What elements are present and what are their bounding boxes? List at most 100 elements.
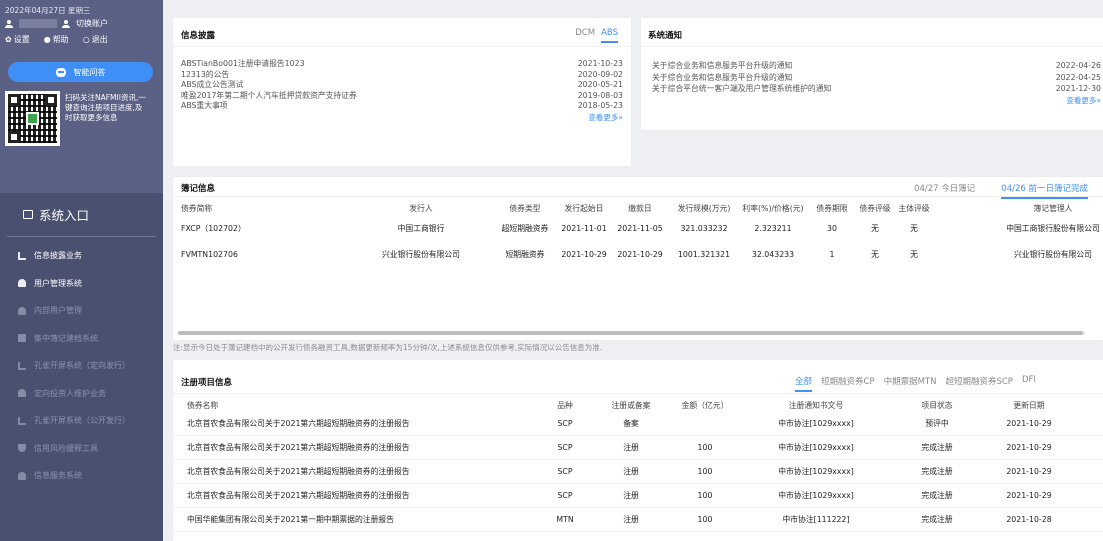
- peacock-icon: [18, 361, 26, 370]
- table-header: 债券简称 发行人 债券类型 发行起始日 缴款日 发行规模(万元) 利率(%)/价格(元) 债券…: [173, 201, 1103, 215]
- column-header: 发行规模(万元): [677, 204, 731, 213]
- tab-abs[interactable]: ABS: [601, 28, 618, 43]
- nav-item-bookbuilding[interactable]: 集中簿记建档系统: [18, 325, 163, 353]
- gear-icon: ✿: [5, 35, 12, 44]
- table-row[interactable]: 北京首农食品有限公司关于2021第六期超短期融资券的注册报告 SCP 备案 中市协注[…: [173, 412, 1103, 436]
- table-cell: SCP: [557, 491, 573, 500]
- table-cell: 100: [697, 515, 713, 524]
- list-item[interactable]: 关于综合业务和信息服务平台升级的通知 2022-04-26: [652, 60, 1101, 72]
- disclosure-more-link[interactable]: 查看更多»: [181, 112, 623, 123]
- tab-cp[interactable]: 短期融资券CP: [821, 375, 875, 387]
- ai-qa-button[interactable]: 智能问答: [8, 62, 153, 82]
- item-text: ABSTianBo001注册申请报告1023: [181, 59, 305, 68]
- table-cell: 中市协注[1029xxxx]: [778, 443, 854, 452]
- table-cell: 注册: [623, 515, 639, 524]
- table-row[interactable]: 北京首农食品有限公司关于2021第六期超短期融资券的注册报告 SCP 注册 100 中市…: [173, 460, 1103, 484]
- table-row[interactable]: FVMTN102706 兴业银行股份有限公司 短期融资券 2021-10-29 2021…: [173, 242, 1103, 268]
- table-cell: SCP: [557, 419, 573, 428]
- table-cell: 中国工商银行: [397, 224, 445, 233]
- tab-dcm[interactable]: DCM: [575, 28, 595, 38]
- table-cell: 北京首农食品有限公司关于2021第六期超短期融资券的注册报告: [187, 419, 410, 428]
- system-nav: 信息披露业务 用户管理系统 内部用户管理 集中簿记建档系统 孔雀开屏系统（定向发…: [0, 242, 163, 490]
- table-cell: 北京首农食品有限公司关于2021第六期超短期融资券的注册报告: [187, 443, 410, 452]
- item-text: 12313的公告: [181, 69, 230, 79]
- tab-today-bookkeeping[interactable]: 04/27 今日簿记: [914, 182, 975, 194]
- power-icon: ○: [82, 35, 90, 44]
- nav-item-peacock-directed[interactable]: 孔雀开屏系统（定向发行）: [18, 352, 163, 380]
- table-cell: 完成注册: [921, 515, 953, 524]
- item-date: 2019-08-03: [577, 90, 623, 100]
- tab-all[interactable]: 全部: [795, 375, 813, 392]
- table-row[interactable]: FXCP（102702） 中国工商银行 超短期融资券 2021-11-01 2021-1…: [173, 216, 1103, 242]
- list-item[interactable]: ABS重大事项 2018-05-23: [181, 101, 623, 112]
- help-link[interactable]: ● 帮助: [44, 34, 69, 45]
- chart-icon: [18, 251, 26, 260]
- nav-item-disclosure[interactable]: 信息披露业务: [18, 242, 163, 270]
- table-cell: 完成注册: [921, 491, 953, 500]
- nav-label: 信息服务系统: [34, 471, 82, 481]
- table-cell: FXCP（102702）: [181, 224, 246, 233]
- switch-account-link[interactable]: 切换账户: [76, 18, 108, 29]
- table-row[interactable]: 北京首农食品有限公司关于2021第六期超短期融资券的注册报告 SCP 注册 100 中市…: [173, 484, 1103, 508]
- table-row[interactable]: 北京首农食品有限公司关于2021第六期超短期融资券的注册报告 SCP 注册 100 中市…: [173, 436, 1103, 460]
- item-text: 关于综合业务和信息服务平台升级的通知: [652, 72, 793, 82]
- registration-card: 注册项目信息 全部 短期融资券CP 中期票据MTN 超短期融资券SCP DFI …: [173, 360, 1103, 541]
- column-header: 簿记管理人: [1033, 204, 1073, 213]
- list-item[interactable]: 关于综合平台统一客户端及用户管理系统维护的通知 2021-12-30: [652, 83, 1101, 95]
- list-item[interactable]: ABSTianBo001注册申请报告1023 2021-10-23: [181, 59, 623, 70]
- user-icon: [18, 279, 26, 288]
- system-notice-title: 系统通知: [648, 31, 683, 41]
- tab-scp[interactable]: 超短期融资券SCP: [945, 375, 1012, 387]
- settings-link[interactable]: ✿ 设置: [5, 34, 30, 45]
- table-cell: 2021-10-29: [1006, 467, 1052, 476]
- table-cell: 2021-10-29: [617, 250, 663, 259]
- table-cell: 中市协注[1029xxxx]: [778, 467, 854, 476]
- table-cell: SCP: [557, 443, 573, 452]
- tab-dfi[interactable]: DFI: [1022, 375, 1036, 387]
- nav-item-internal-users[interactable]: 内部用户管理: [18, 297, 163, 325]
- scrollbar-thumb[interactable]: [178, 331, 1083, 335]
- tab-previous-day-bookkeeping[interactable]: 04/26 前一日簿记完成: [1001, 182, 1088, 199]
- nav-item-peacock-public[interactable]: 孔雀开屏系统（公开发行）: [18, 407, 163, 435]
- tab-mtn[interactable]: 中期票据MTN: [884, 375, 937, 387]
- list-item[interactable]: ABS成立公告测试 2020-05-21: [181, 80, 623, 91]
- item-text: ABS重大事项: [181, 101, 228, 111]
- help-label: 帮助: [52, 35, 69, 44]
- table-cell: 2021-10-29: [1006, 443, 1052, 452]
- item-text: 关于综合业务和信息服务平台升级的通知: [652, 61, 793, 70]
- table-cell: 2.323211: [754, 224, 792, 233]
- users-icon: [18, 306, 26, 315]
- column-header: 品种: [557, 401, 573, 410]
- table-cell: FVMTN102706: [181, 250, 238, 259]
- registration-tabs: 全部 短期融资券CP 中期票据MTN 超短期融资券SCP DFI: [795, 375, 1036, 392]
- item-date: 2020-05-21: [577, 80, 623, 90]
- system-entry-label: 系统入口: [39, 208, 90, 223]
- item-date: 2018-05-23: [577, 101, 623, 111]
- qr-promo: 扫码关注NAFMII资讯,一键查询注册项目进度,及时获取更多信息: [5, 91, 158, 146]
- login-icon: [23, 210, 33, 219]
- username-masked: [19, 19, 57, 28]
- divider: [173, 393, 1103, 394]
- nav-item-credit-risk[interactable]: 信用风险缓释工具: [18, 435, 163, 463]
- nav-item-info-service[interactable]: 信息服务系统: [18, 462, 163, 490]
- table-cell: 2021-10-29: [561, 250, 607, 259]
- disclosure-card: 信息披露 DCM ABS ABSTianBo001注册申请报告1023 2021-…: [173, 18, 631, 166]
- nav-item-directed-investor[interactable]: 定向投资人维护业务: [18, 380, 163, 408]
- table-cell: 注册: [623, 491, 639, 500]
- list-item[interactable]: 唯盈2017年第二期个人汽车抵押贷款资产支持证券 2019-08-03: [181, 91, 623, 102]
- list-item[interactable]: 12313的公告 2020-09-02: [181, 70, 623, 81]
- column-header: 注册或备案: [611, 401, 651, 410]
- horizontal-scrollbar[interactable]: [178, 331, 1085, 335]
- column-header: 注册通知书文号: [788, 401, 844, 410]
- table-cell: 无: [910, 224, 918, 233]
- item-date: 2022-04-25: [1055, 72, 1101, 82]
- column-header: 债券期限: [816, 204, 848, 213]
- table-row[interactable]: 中国华能集团有限公司关于2021第一期中期票据的注册报告 MTN 注册 100 中市协注…: [173, 508, 1103, 532]
- notice-more-link[interactable]: 查看更多»: [652, 95, 1101, 106]
- list-item[interactable]: 关于综合业务和信息服务平台升级的通知 2022-04-25: [652, 72, 1101, 84]
- nav-item-user-management[interactable]: 用户管理系统: [18, 270, 163, 298]
- item-date: 2022-04-26: [1055, 61, 1101, 70]
- logout-link[interactable]: ○ 退出: [83, 34, 108, 45]
- table-cell: SCP: [557, 467, 573, 476]
- account-links: ✿ 设置 ● 帮助 ○ 退出: [5, 33, 158, 46]
